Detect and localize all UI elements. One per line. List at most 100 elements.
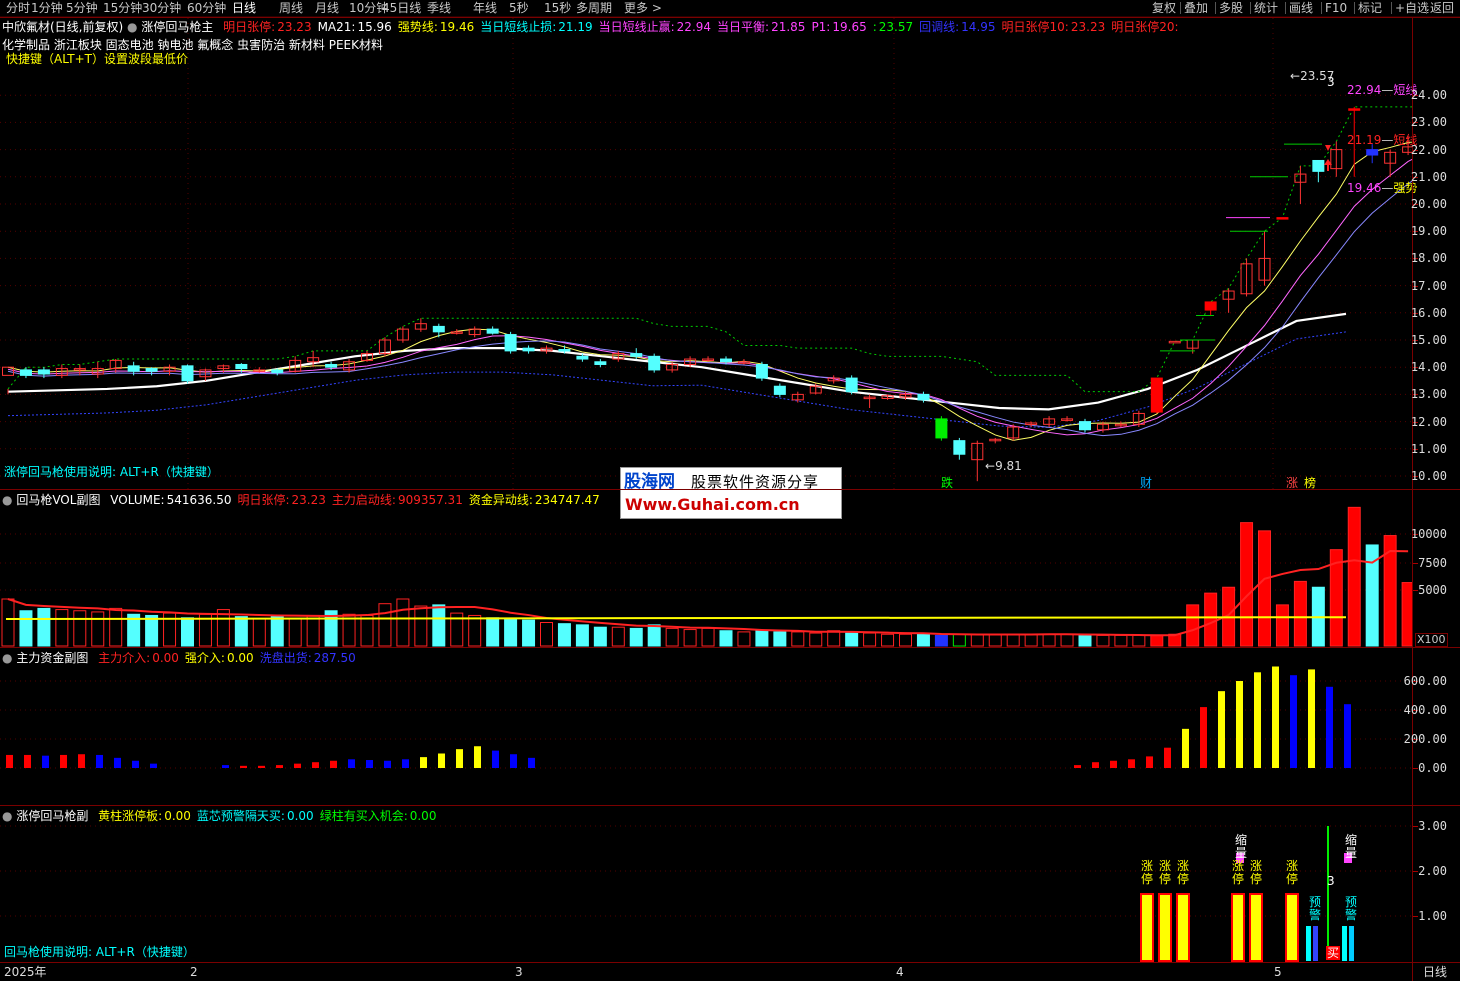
volume-bar[interactable] (1240, 522, 1254, 647)
limit-up-bar[interactable] (1176, 893, 1190, 962)
fund-bar[interactable] (1254, 672, 1261, 768)
tool-button-6[interactable]: 标记 (1358, 0, 1382, 16)
candle-body[interactable] (1168, 340, 1181, 344)
tool-button-2[interactable]: 多股 (1219, 0, 1243, 16)
fund-bar[interactable] (78, 754, 85, 768)
volume-bar[interactable] (378, 603, 392, 647)
volume-bar[interactable] (1, 598, 15, 647)
volume-bar[interactable] (468, 614, 482, 647)
volume-bar[interactable] (593, 626, 607, 647)
volume-bar[interactable] (360, 614, 374, 647)
volume-bar[interactable] (719, 630, 733, 647)
volume-bar[interactable] (1150, 634, 1164, 647)
fund-bar[interactable] (1218, 691, 1225, 768)
tool-button-5[interactable]: F10 (1325, 0, 1347, 16)
volume-bar[interactable] (755, 630, 769, 647)
signal-title[interactable]: 涨停回马枪副 (16, 809, 88, 823)
fund-bar[interactable] (294, 763, 301, 768)
event-tag-die[interactable]: 跌 (941, 476, 953, 490)
fund-bar[interactable] (258, 765, 265, 768)
volume-bar[interactable] (737, 631, 751, 647)
volume-bar[interactable] (1275, 604, 1289, 647)
fund-bar[interactable] (1272, 666, 1279, 769)
fund-bar[interactable] (1110, 760, 1117, 768)
volume-bar[interactable] (1006, 633, 1020, 647)
fund-bar[interactable] (348, 759, 355, 768)
period-tab-6[interactable]: 日线 (232, 0, 256, 16)
volume-bar[interactable] (37, 607, 51, 647)
fund-bar[interactable] (96, 754, 103, 768)
volume-bar[interactable] (1078, 634, 1092, 647)
main-chart-panel[interactable]: 中欣氟材(日线,前复权) ● 涨停回马枪主 明日张停: 23.23 MA21: 15.… (0, 17, 1417, 490)
candle-body[interactable] (1079, 421, 1091, 431)
fund-bar[interactable] (474, 746, 481, 768)
volume-bar[interactable] (791, 631, 805, 647)
period-tab-4[interactable]: 30分钟 (142, 0, 181, 16)
volume-bar[interactable] (1096, 634, 1110, 647)
fund-bar[interactable] (456, 749, 463, 768)
candle-body[interactable] (145, 368, 158, 372)
period-tab-0[interactable]: 分时 (6, 0, 30, 16)
stock-name[interactable]: 中欣氟材(日线,前复权) (2, 20, 123, 34)
tool-button-7[interactable]: +自选 (1395, 0, 1429, 16)
warning-bar[interactable] (1349, 926, 1354, 961)
volume-bar[interactable] (970, 633, 984, 647)
fund-bar[interactable] (132, 760, 139, 768)
volume-bar[interactable] (1114, 634, 1128, 647)
volume-bar[interactable] (91, 611, 105, 647)
tool-button-4[interactable]: 画线 (1289, 0, 1313, 16)
signal-panel[interactable]: ● 涨停回马枪副 黄柱涨停板: 0.00 蓝芯预警隔天买: 0.00 绿柱有买入机会: 0… (0, 805, 1412, 963)
fund-bar[interactable] (438, 753, 445, 769)
limit-up-bar[interactable] (1158, 893, 1172, 962)
volume-bar[interactable] (1347, 506, 1361, 647)
volume-bar[interactable] (396, 598, 410, 647)
fund-bar[interactable] (1182, 728, 1189, 768)
candle-body[interactable] (720, 358, 732, 363)
fund-bar[interactable] (24, 754, 31, 768)
fund-bar[interactable] (1308, 669, 1315, 768)
period-tab-14[interactable]: 15秒 (544, 0, 571, 16)
fund-bar[interactable] (1128, 759, 1135, 768)
volume-bar[interactable] (809, 632, 823, 647)
volume-bar[interactable] (432, 604, 446, 647)
volume-bar[interactable] (575, 624, 589, 647)
period-tab-7[interactable]: 周线 (279, 0, 303, 16)
volume-bar[interactable] (234, 616, 248, 647)
candle-body[interactable] (1348, 108, 1361, 111)
candle-body[interactable] (1150, 377, 1163, 413)
volume-bar[interactable] (73, 610, 87, 647)
volume-bar[interactable] (916, 633, 930, 647)
period-tab-11[interactable]: 季线 (427, 0, 451, 16)
candle-body[interactable] (1366, 149, 1379, 156)
volume-bar[interactable] (1204, 592, 1218, 647)
volume-bar[interactable] (414, 605, 428, 647)
tool-button-8[interactable]: 返回 (1430, 0, 1454, 16)
fund-bar[interactable] (492, 750, 499, 768)
fund-bar[interactable] (1092, 762, 1099, 768)
fund-bar[interactable] (312, 762, 319, 768)
fund-bar[interactable] (366, 760, 373, 768)
usage-note[interactable]: 涨停回马枪使用说明: ALT+R（快捷键） (4, 465, 219, 479)
candle-body[interactable] (630, 353, 643, 357)
fund-bar[interactable] (1326, 686, 1333, 768)
candle-body[interactable] (648, 355, 661, 371)
volume-bar[interactable] (1401, 582, 1412, 647)
fund-panel[interactable]: ● 主力资金副图 主力介入: 0.00 强介入: 0.00 洗盘出货: 287.50 (0, 647, 1412, 806)
fund-bar[interactable] (402, 759, 409, 768)
candle-body[interactable] (37, 369, 50, 375)
volume-bar[interactable] (863, 632, 877, 647)
fund-bar[interactable] (1236, 681, 1243, 768)
candle-body[interactable] (325, 363, 338, 368)
candle-body[interactable] (522, 347, 535, 352)
candle-body[interactable] (935, 418, 948, 439)
candle-body[interactable] (845, 377, 858, 393)
fund-bar[interactable] (420, 757, 427, 768)
volume-bar[interactable] (109, 607, 123, 647)
volume-bar[interactable] (55, 609, 69, 647)
candle-body[interactable] (1276, 217, 1289, 220)
volume-bar[interactable] (1042, 633, 1056, 647)
volume-bar[interactable] (1258, 530, 1271, 647)
candle-body[interactable] (773, 385, 786, 395)
volume-bar[interactable] (827, 630, 841, 647)
warning-bar[interactable] (1313, 926, 1318, 961)
